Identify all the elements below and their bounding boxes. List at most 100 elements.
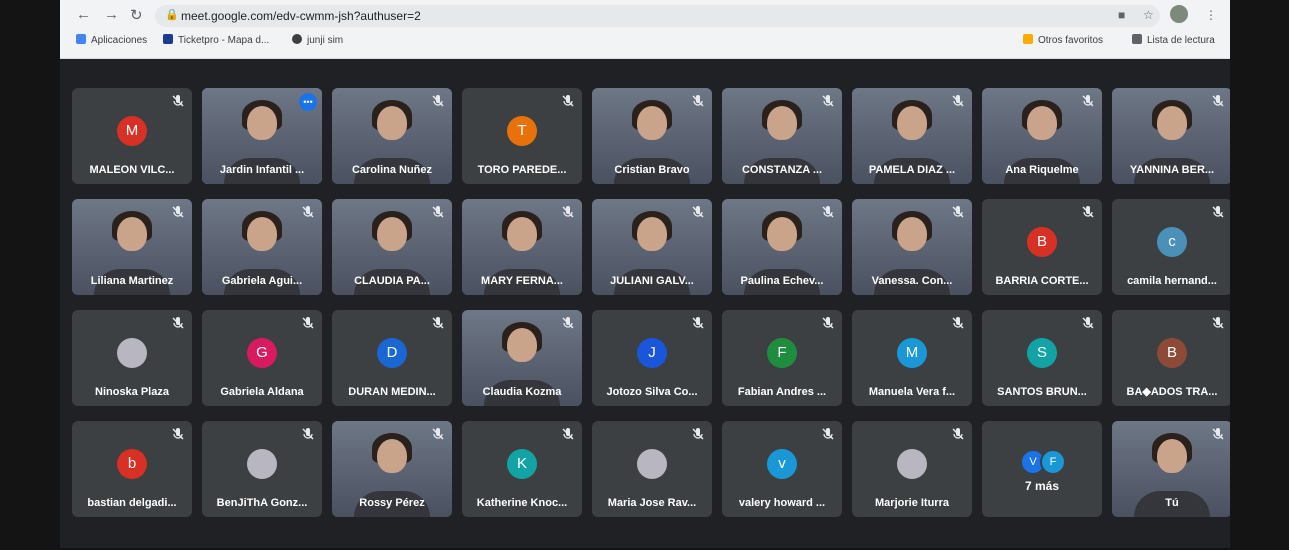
participant-tile[interactable]: ••• Jardin Infantil ... — [202, 88, 322, 184]
mic-off-icon — [690, 204, 706, 220]
participant-tile[interactable]: G Gabriela Aldana — [202, 310, 322, 406]
more-count-label: 7 más — [1024, 479, 1060, 493]
participant-tile[interactable]: Vanessa. Con... — [852, 199, 972, 295]
avatar — [637, 449, 667, 479]
mic-off-icon — [300, 426, 316, 442]
participant-tile[interactable]: S SANTOS BRUN... — [982, 310, 1102, 406]
participant-tile[interactable]: B BARRIA CORTE... — [982, 199, 1102, 295]
reload-icon[interactable]: ↻ — [130, 6, 143, 24]
mic-off-icon — [300, 315, 316, 331]
participant-tile[interactable]: F Fabian Andres ... — [722, 310, 842, 406]
participant-tile[interactable]: Carolina Nuñez — [332, 88, 452, 184]
menu-icon[interactable]: ⋮ — [1205, 8, 1217, 22]
avatar: G — [247, 338, 277, 368]
more-participants-tile[interactable]: VF 7 más — [982, 421, 1102, 517]
participant-name: BA◆ADOS TRA... — [1126, 386, 1218, 398]
participant-tile[interactable]: J Jotozo Silva Co... — [592, 310, 712, 406]
participant-name: TORO PAREDE... — [477, 164, 567, 176]
self-tile[interactable]: Tú — [1112, 421, 1230, 517]
participant-tile[interactable]: YANNINA BER... — [1112, 88, 1230, 184]
avatar — [247, 449, 277, 479]
avatar: M — [117, 116, 147, 146]
participant-name: Katherine Knoc... — [476, 497, 568, 509]
participant-tile[interactable]: K Katherine Knoc... — [462, 421, 582, 517]
folder-icon — [1023, 34, 1033, 44]
participant-tile[interactable]: M MALEON VILC... — [72, 88, 192, 184]
participant-name: Liliana Martinez — [90, 275, 174, 287]
participant-tile[interactable]: Cristian Bravo — [592, 88, 712, 184]
participant-tile[interactable]: c camila hernand... — [1112, 199, 1230, 295]
mic-off-icon — [950, 204, 966, 220]
participant-tile[interactable]: b bastian delgadi... — [72, 421, 192, 517]
participant-tile[interactable]: Ninoska Plaza — [72, 310, 192, 406]
participant-tile[interactable]: MARY FERNA... — [462, 199, 582, 295]
participant-tile[interactable]: v valery howard ... — [722, 421, 842, 517]
participant-name: Jardin Infantil ... — [219, 164, 305, 176]
mic-off-icon — [690, 426, 706, 442]
more-avatars: VF — [1020, 449, 1066, 475]
bookmark-apps[interactable]: Aplicaciones — [76, 34, 147, 46]
camera-icon[interactable]: ■ — [1118, 8, 1125, 22]
participant-tile[interactable]: Rossy Pérez — [332, 421, 452, 517]
avatar: K — [507, 449, 537, 479]
participant-tile[interactable]: T TORO PAREDE... — [462, 88, 582, 184]
mic-off-icon — [1080, 204, 1096, 220]
avatar: F — [767, 338, 797, 368]
avatar: v — [767, 449, 797, 479]
participant-tile[interactable]: Maria Jose Rav... — [592, 421, 712, 517]
participant-name: CONSTANZA ... — [741, 164, 823, 176]
mic-off-icon — [690, 315, 706, 331]
reading-list-icon — [1132, 34, 1142, 44]
participant-name: Jotozo Silva Co... — [606, 386, 698, 398]
participant-tile[interactable]: PAMELA DIAZ ... — [852, 88, 972, 184]
bookmark-ticketpro[interactable]: Ticketpro - Mapa d... — [163, 34, 269, 46]
avatar: c — [1157, 227, 1187, 257]
participant-name: Carolina Nuñez — [351, 164, 433, 176]
back-icon[interactable]: ← — [76, 6, 91, 23]
participant-name: MALEON VILC... — [89, 164, 175, 176]
participant-name: Claudia Kozma — [482, 386, 562, 398]
participant-tile[interactable]: M Manuela Vera f... — [852, 310, 972, 406]
mic-off-icon — [1210, 93, 1226, 109]
participant-name: JULIANI GALV... — [610, 275, 694, 287]
address-bar[interactable]: 🔒 meet.google.com/edv-cwmm-jsh?authuser=… — [155, 5, 1160, 27]
url-text[interactable]: meet.google.com/edv-cwmm-jsh?authuser=2 — [181, 9, 421, 23]
participant-tile[interactable]: BenJiThA Gonz... — [202, 421, 322, 517]
participant-name: Rossy Pérez — [359, 497, 425, 509]
participant-tile[interactable]: Ana Riquelme — [982, 88, 1102, 184]
reading-list[interactable]: Lista de lectura — [1132, 34, 1215, 46]
participant-tile[interactable]: Paulina Echev... — [722, 199, 842, 295]
participant-name: camila hernand... — [1127, 275, 1217, 287]
participant-name: Cristian Bravo — [614, 164, 690, 176]
participant-name: Ninoska Plaza — [95, 386, 169, 398]
participant-tile[interactable]: CONSTANZA ... — [722, 88, 842, 184]
participant-tile[interactable]: B BA◆ADOS TRA... — [1112, 310, 1230, 406]
participant-grid: M MALEON VILC... ••• Jardin Infantil ... Car… — [60, 88, 1230, 528]
mic-off-icon — [430, 93, 446, 109]
mic-off-icon — [1210, 204, 1226, 220]
participant-tile[interactable]: JULIANI GALV... — [592, 199, 712, 295]
participant-name: CLAUDIA PA... — [354, 275, 430, 287]
participant-tile[interactable]: Liliana Martinez — [72, 199, 192, 295]
other-favorites[interactable]: Otros favoritos — [1023, 34, 1103, 46]
speaking-indicator-icon: ••• — [299, 93, 317, 111]
participant-tile[interactable]: Gabriela Agui... — [202, 199, 322, 295]
participant-tile[interactable]: Marjorie Iturra — [852, 421, 972, 517]
participant-name: Vanessa. Con... — [871, 275, 953, 287]
mic-off-icon — [560, 93, 576, 109]
participant-name: Manuela Vera f... — [868, 386, 956, 398]
profile-avatar[interactable] — [1170, 5, 1188, 23]
participant-tile[interactable]: D DURAN MEDIN... — [332, 310, 452, 406]
participant-name: Gabriela Aldana — [220, 386, 304, 398]
mic-off-icon — [820, 426, 836, 442]
forward-icon[interactable]: → — [104, 6, 119, 23]
bookmark-junji[interactable]: junji sim — [292, 34, 343, 46]
star-icon[interactable]: ☆ — [1143, 8, 1154, 22]
avatar: F — [1040, 449, 1066, 475]
participant-tile[interactable]: Claudia Kozma — [462, 310, 582, 406]
avatar — [897, 449, 927, 479]
participant-name: MARY FERNA... — [481, 275, 563, 287]
mic-off-icon — [430, 426, 446, 442]
participant-tile[interactable]: CLAUDIA PA... — [332, 199, 452, 295]
avatar: J — [637, 338, 667, 368]
